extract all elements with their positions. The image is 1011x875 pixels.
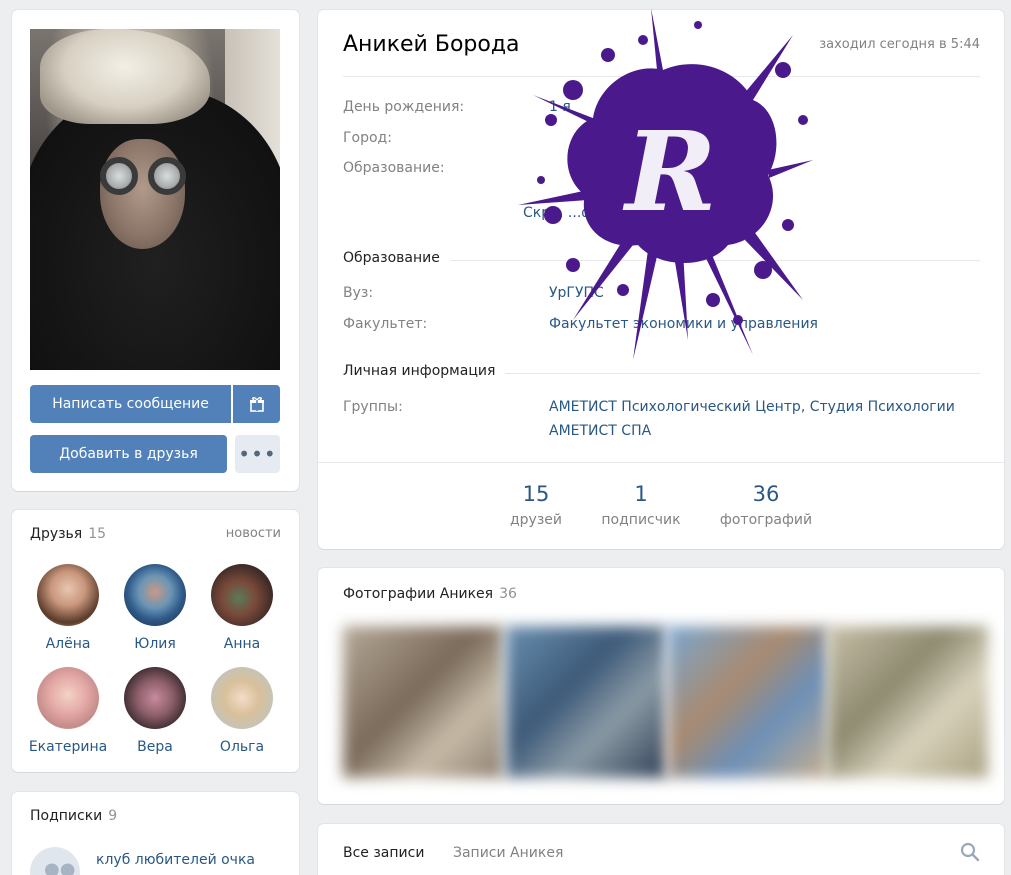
friend-name: Екатерина — [28, 739, 108, 755]
group-link[interactable]: АМЕТИСТ Психологический Центр — [549, 399, 801, 415]
photos-header[interactable]: Фотографии Аникея 36 — [343, 586, 517, 602]
photo-goggle-right — [148, 157, 186, 195]
faculty-label: Факультет: — [343, 316, 428, 332]
stat-followers[interactable]: 1 подписчик — [586, 482, 696, 528]
add-friend-button[interactable]: Добавить в друзья — [30, 435, 227, 473]
friend-name: Юлия — [134, 636, 176, 652]
photo-thumbnail[interactable] — [828, 626, 988, 778]
groups-label: Группы: — [343, 399, 403, 415]
photos-card: Фотографии Аникея 36 — [318, 568, 1004, 804]
friend-item[interactable]: Анна — [202, 564, 282, 652]
friend-name: Ольга — [219, 739, 265, 755]
friend-avatar — [211, 667, 273, 729]
last-seen-status: заходил сегодня в 5:44 — [819, 37, 980, 52]
stat-friends[interactable]: 15 друзей — [481, 482, 591, 528]
profile-photo[interactable] — [30, 29, 280, 370]
watermark-splash-logo: R — [518, 8, 813, 360]
friend-item[interactable]: Юлия — [115, 564, 195, 652]
stat-number: 15 — [522, 482, 550, 506]
friend-avatar — [211, 564, 273, 626]
friend-avatar — [124, 564, 186, 626]
stat-label: друзей — [509, 512, 562, 528]
groups-separator: , — [800, 399, 810, 415]
subscription-avatar[interactable]: ●● — [30, 847, 80, 875]
personal-section-title: Личная информация — [343, 363, 506, 379]
stat-photos[interactable]: 36 фотографий — [711, 482, 821, 528]
tab-own-posts[interactable]: Записи Аникея — [453, 845, 563, 861]
friend-name: Алёна — [45, 636, 91, 652]
subscriptions-card: Подписки 9 ●● клуб любителей очка — [12, 792, 299, 875]
friend-item[interactable]: Екатерина — [28, 667, 108, 755]
users-icon: ●● — [44, 859, 76, 875]
friend-avatar — [124, 667, 186, 729]
photo-skull-headpiece — [40, 29, 210, 124]
friend-item[interactable]: Вера — [115, 667, 195, 755]
friend-item[interactable]: Ольга — [202, 667, 282, 755]
tab-all-posts[interactable]: Все записи — [343, 845, 424, 861]
search-icon[interactable] — [960, 842, 980, 862]
friends-count: 15 — [88, 526, 107, 542]
gift-button[interactable] — [233, 385, 280, 423]
profile-name: Аникей Борода — [343, 32, 520, 57]
stat-number: 36 — [752, 482, 780, 506]
friend-avatar — [37, 667, 99, 729]
subscription-name[interactable]: клуб любителей очка — [96, 852, 255, 868]
university-value[interactable]: УрГУПС — [549, 285, 604, 301]
education-section-title: Образование — [343, 250, 450, 266]
education-label: Образование: — [343, 160, 445, 176]
send-message-button[interactable]: Написать сообщение — [30, 385, 231, 423]
groups-value: АМЕТИСТ Психологический Центр, Студия Пс… — [549, 395, 979, 443]
profile-info-card: Аникей Борода заходил сегодня в 5:44 Ден… — [318, 8, 1004, 549]
gift-icon — [249, 397, 264, 412]
friend-name: Анна — [223, 636, 261, 652]
subscriptions-title: Подписки — [30, 808, 103, 824]
photo-goggle-left — [100, 157, 138, 195]
photo-thumbnail[interactable] — [343, 626, 503, 778]
faculty-value[interactable]: Факультет экономики и управления — [549, 316, 818, 332]
photo-thumbnail[interactable] — [506, 626, 666, 778]
friends-header[interactable]: Друзья 15 — [30, 526, 106, 542]
photos-title: Фотографии Аникея — [343, 586, 494, 602]
toggle-details-link[interactable]: Скр... ...формацию — [523, 205, 660, 221]
avatar-card: Написать сообщение Добавить в друзья ••• — [12, 10, 299, 491]
friend-avatar — [37, 564, 99, 626]
friends-news-link[interactable]: новости — [226, 526, 281, 541]
birthday-value[interactable]: 1 я — [549, 99, 571, 115]
friends-card: Друзья 15 новости Алёна Юлия Анна Екатери… — [12, 510, 299, 772]
subscriptions-count: 9 — [108, 808, 118, 824]
birthday-label: День рождения: — [343, 99, 465, 115]
stat-label: подписчик — [601, 512, 681, 528]
friend-name: Вера — [137, 739, 173, 755]
wall-tabs-card: Все записи Записи Аникея — [318, 824, 1004, 875]
stat-label: фотографий — [719, 512, 813, 528]
more-actions-button[interactable]: ••• — [235, 435, 280, 473]
stat-number: 1 — [634, 482, 648, 506]
divider — [343, 76, 980, 77]
friends-title: Друзья — [30, 526, 83, 542]
photo-thumbnail[interactable] — [668, 626, 828, 778]
divider — [318, 462, 1004, 463]
city-label: Город: — [343, 130, 392, 146]
university-label: Вуз: — [343, 285, 374, 301]
friend-item[interactable]: Алёна — [28, 564, 108, 652]
photos-count: 36 — [499, 586, 517, 602]
subscriptions-header[interactable]: Подписки 9 — [30, 808, 117, 824]
